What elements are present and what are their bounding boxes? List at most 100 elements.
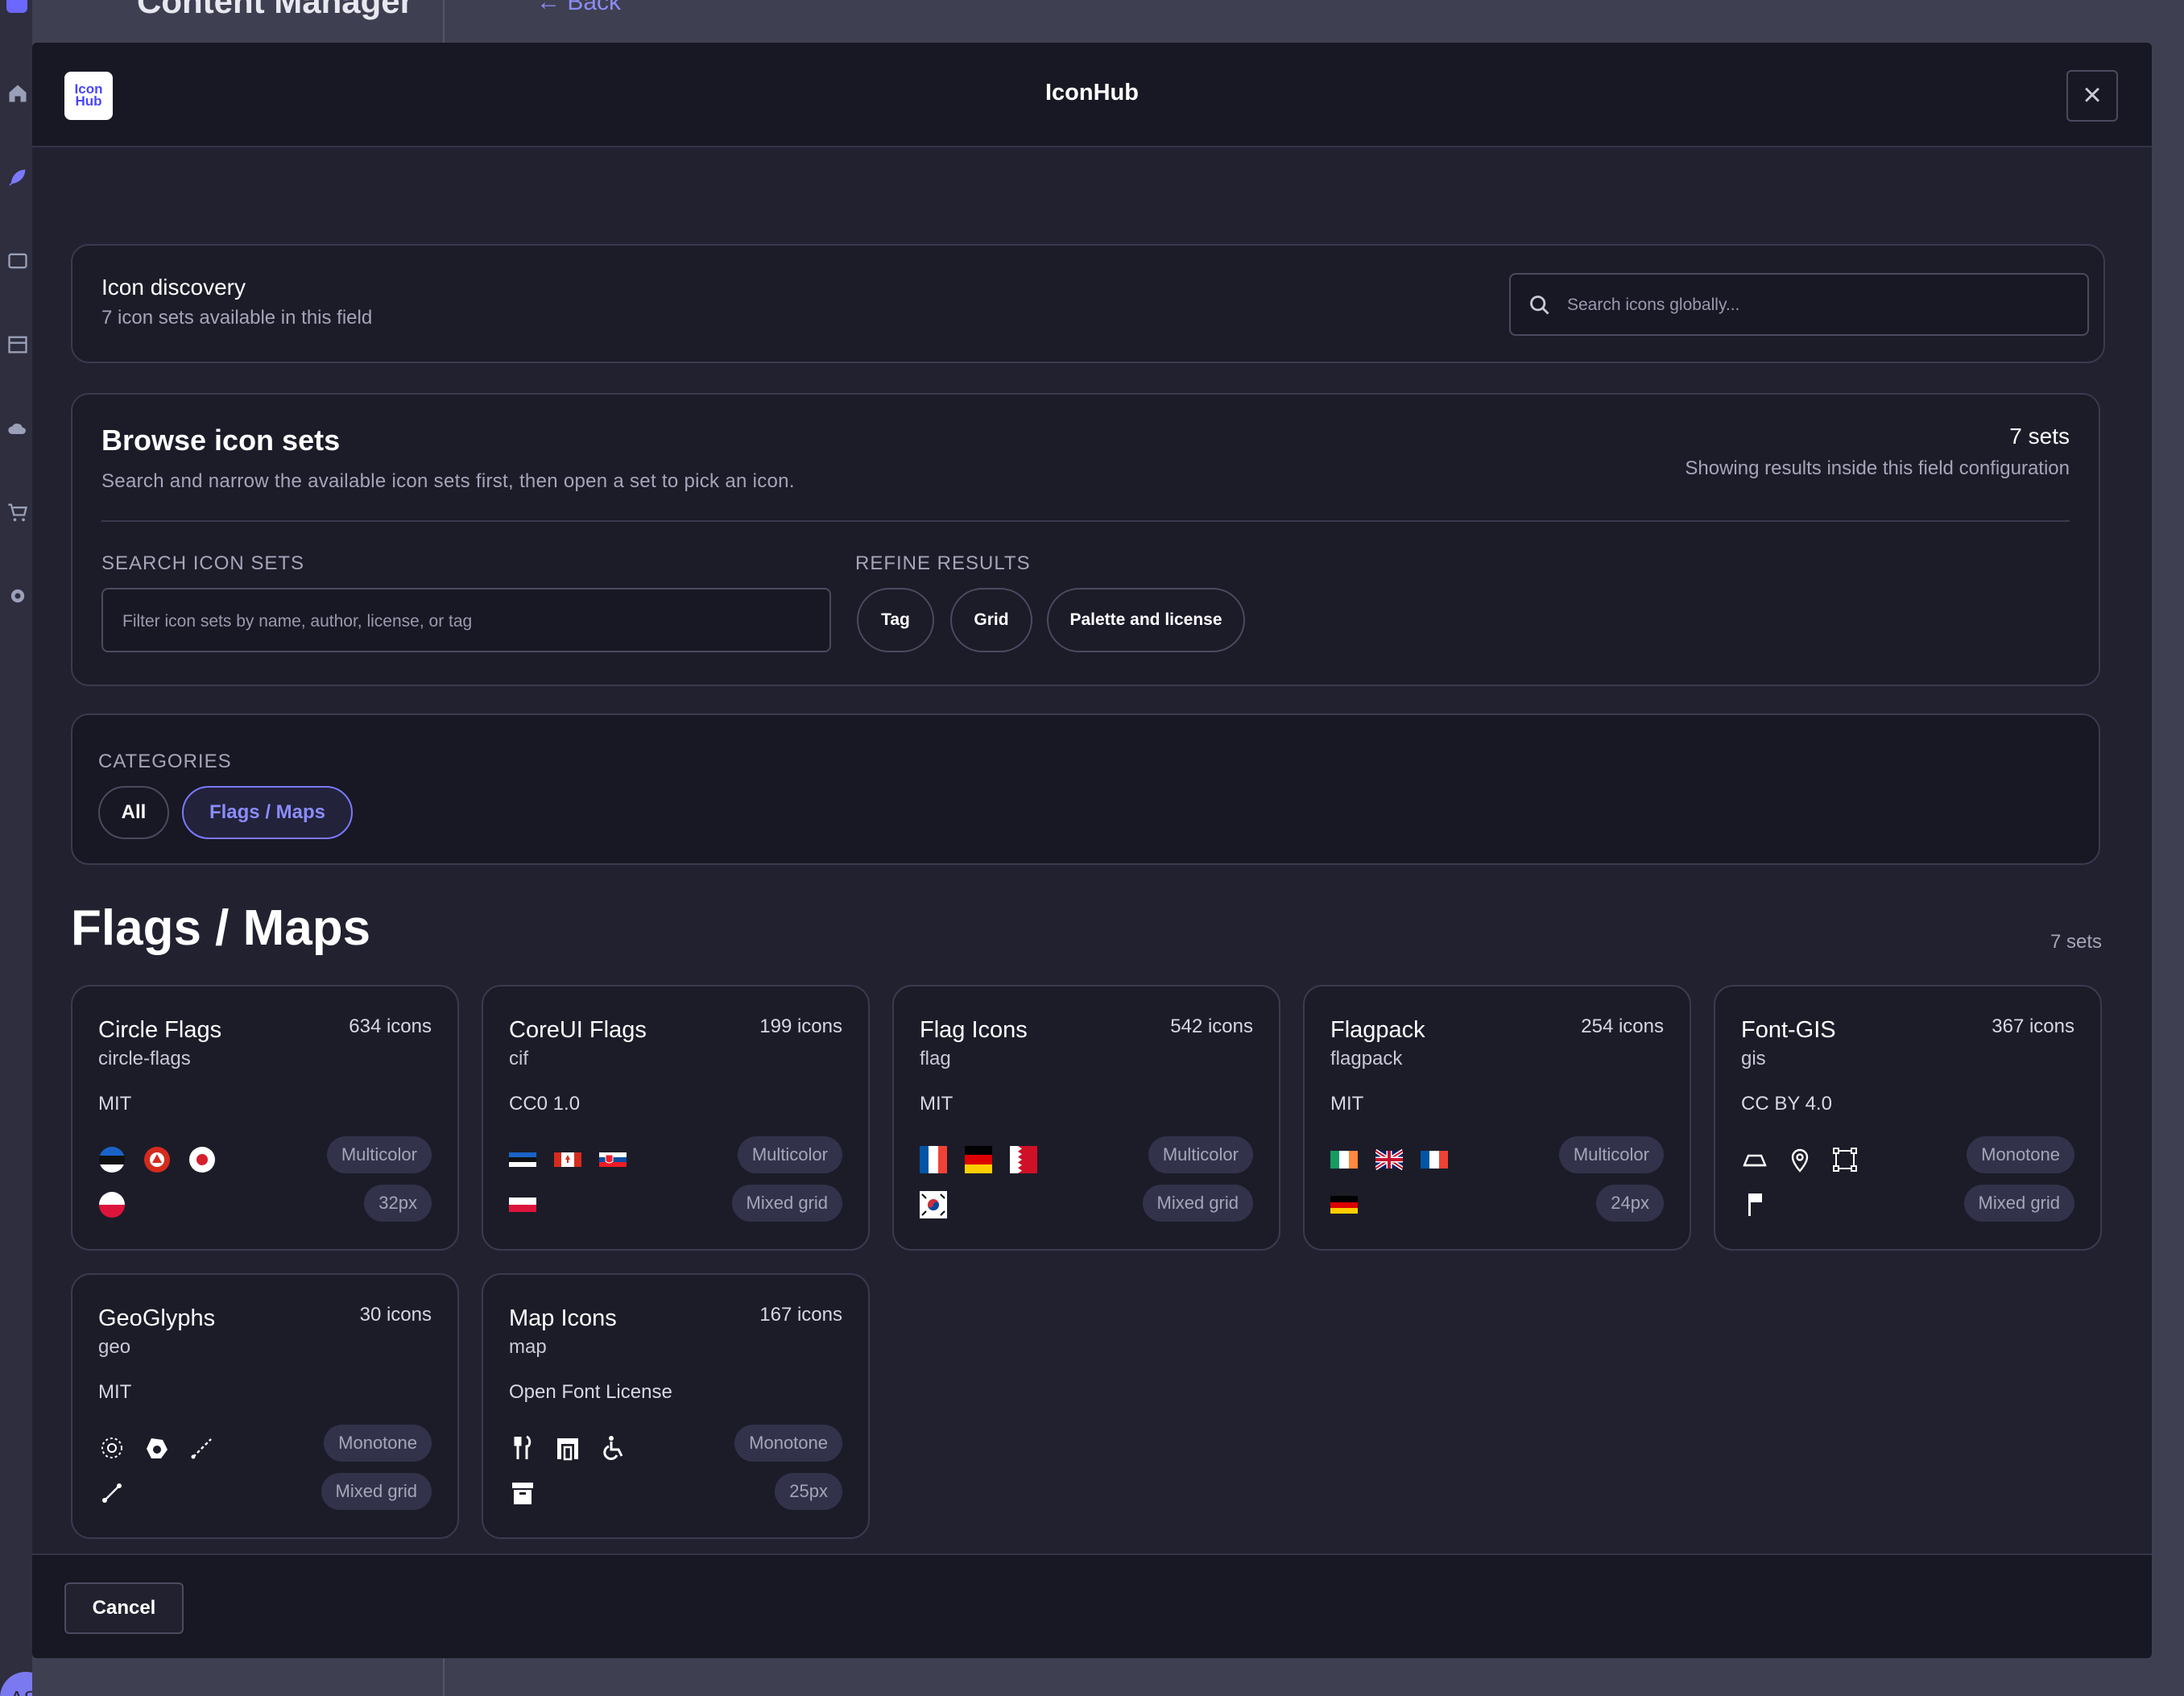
bahrain-flag-icon [1010, 1146, 1037, 1173]
app-sidebar: AS [0, 0, 52, 1696]
palette-badge: Multicolor [1558, 1136, 1664, 1173]
set-icon-count: 542 icons [1170, 1016, 1253, 1037]
cancel-button[interactable]: Cancel [64, 1582, 184, 1634]
icon-set-card-coreui-flags[interactable]: CoreUI Flags cif 199 icons CC0 1.0 Multi… [482, 985, 870, 1251]
set-name: Flag Icons [920, 1017, 1028, 1043]
discovery-subtitle: 7 icon sets available in this field [101, 307, 373, 329]
restaurant-icon [514, 1435, 532, 1459]
palette-badge: Monotone [1967, 1136, 2074, 1173]
icon-set-card-map-icons[interactable]: Map Icons map 167 icons Open Font Licens… [482, 1273, 870, 1539]
grid-badge: Mixed grid [321, 1473, 432, 1510]
home-icon[interactable] [6, 82, 29, 105]
set-prefix: flagpack [1330, 1048, 1403, 1069]
nav-title: Content Manager [137, 0, 414, 20]
grid-badge: 32px [364, 1185, 432, 1222]
palette-badge: Monotone [734, 1425, 842, 1462]
iconhub-modal: Icon Hub IconHub × Icon discovery 7 icon… [32, 43, 2152, 1658]
grid-badge: 25px [775, 1473, 842, 1510]
close-icon: × [2083, 77, 2102, 113]
modal-title: IconHub [1045, 80, 1139, 105]
circle-flag-emblem-icon [144, 1147, 170, 1173]
grid-filter-button[interactable]: Grid [950, 588, 1032, 652]
palette-license-filter-button[interactable]: Palette and license [1047, 588, 1245, 652]
feather-icon[interactable] [6, 166, 29, 188]
set-name: Map Icons [509, 1305, 617, 1331]
global-search-placeholder: Search icons globally... [1567, 296, 1740, 314]
divider [101, 520, 2070, 522]
icon-discovery-card: Icon discovery 7 icon sets available in … [71, 244, 2105, 363]
media-icon[interactable] [6, 250, 29, 272]
cloud-icon[interactable] [6, 417, 29, 440]
arrow-left-icon: ← [536, 0, 560, 15]
back-label: Back [567, 0, 622, 15]
germany-flag-icon [965, 1146, 992, 1173]
categories-label: CATEGORIES [98, 751, 232, 772]
icon-set-card-circle-flags[interactable]: Circle Flags circle-flags 634 icons MIT … [71, 985, 459, 1251]
japan-circle-flag-icon [189, 1147, 215, 1173]
settings-icon[interactable] [6, 585, 29, 607]
set-name: Circle Flags [98, 1017, 222, 1043]
global-search-input[interactable]: Search icons globally... [1509, 273, 2089, 336]
set-prefix: circle-flags [98, 1048, 191, 1069]
set-icon-count: 30 icons [359, 1304, 432, 1326]
set-license: CC0 1.0 [509, 1093, 581, 1115]
browse-subtitle: Search and narrow the available icon set… [101, 470, 795, 492]
france-flag-icon [920, 1146, 947, 1173]
category-flags-maps[interactable]: Flags / Maps [182, 786, 353, 839]
set-license: CC BY 4.0 [1741, 1093, 1832, 1115]
set-prefix: geo [98, 1336, 131, 1358]
browse-title: Browse icon sets [101, 424, 341, 457]
grid-badge: Mixed grid [731, 1185, 842, 1222]
germany-flag-icon [1330, 1196, 1358, 1214]
section-count: 7 sets [2050, 931, 2102, 953]
target-dots-icon [101, 1437, 122, 1458]
poland-flag-icon [509, 1198, 536, 1212]
icon-set-card-flagpack[interactable]: Flagpack flagpack 254 icons MIT Multicol… [1303, 985, 1691, 1251]
grid-badge: Mixed grid [1963, 1185, 2074, 1222]
section-title: Flags / Maps [71, 900, 371, 956]
set-name: Font-GIS [1741, 1017, 1836, 1043]
browse-count-subtitle: Showing results inside this field config… [1685, 457, 2070, 479]
refine-label: REFINE RESULTS [855, 552, 1031, 574]
poland-circle-flag-icon [99, 1192, 125, 1218]
archive-box-icon [512, 1483, 533, 1504]
set-name: Flagpack [1330, 1017, 1425, 1043]
set-prefix: gis [1741, 1048, 1766, 1069]
icon-set-card-font-gis[interactable]: Font-GIS gis 367 icons CC BY 4.0 Monoton… [1714, 985, 2102, 1251]
close-button[interactable]: × [2066, 70, 2118, 122]
app-logo-icon[interactable] [6, 0, 27, 13]
categories-card: CATEGORIES All Flags / Maps [71, 714, 2100, 865]
cart-icon[interactable] [6, 501, 29, 523]
back-link[interactable]: ← Back [536, 0, 621, 16]
polygon-circle-icon [147, 1438, 168, 1458]
grid-badge: Mixed grid [1142, 1185, 1253, 1222]
set-license: MIT [98, 1381, 132, 1403]
modal-footer: Cancel [32, 1553, 2152, 1658]
canada-flag-icon [554, 1152, 581, 1167]
estonia-flag-icon [509, 1152, 536, 1167]
set-license: MIT [98, 1093, 132, 1115]
browse-set-count: 7 sets [2009, 424, 2070, 449]
browse-icon-sets-card: Browse icon sets Search and narrow the a… [71, 393, 2100, 686]
category-all[interactable]: All [98, 786, 169, 839]
palette-badge: Multicolor [737, 1136, 842, 1173]
layer-stack-icon [1743, 1154, 1767, 1167]
slovakia-flag-icon [599, 1152, 627, 1167]
uk-flag-icon [1375, 1148, 1403, 1171]
filter-placeholder: Filter icon sets by name, author, licens… [122, 612, 473, 631]
set-prefix: cif [509, 1048, 528, 1069]
set-prefix: flag [920, 1048, 951, 1069]
icon-set-card-flag-icons[interactable]: Flag Icons flag 542 icons MIT Multicolor… [892, 985, 1280, 1251]
layout-icon[interactable] [6, 333, 29, 356]
filter-sets-input[interactable]: Filter icon sets by name, author, licens… [101, 588, 831, 652]
ireland-flag-icon [1330, 1151, 1358, 1169]
set-icon-count: 634 icons [349, 1016, 432, 1037]
set-icon-count: 254 icons [1581, 1016, 1664, 1037]
wheelchair-icon [603, 1436, 623, 1460]
icon-set-card-geoglyphs[interactable]: GeoGlyphs geo 30 icons MIT Monotone Mixe… [71, 1273, 459, 1539]
tag-filter-button[interactable]: Tag [857, 588, 934, 652]
palette-badge: Monotone [324, 1425, 432, 1462]
line-segment-icon [102, 1483, 122, 1503]
search-sets-label: SEARCH ICON SETS [101, 552, 305, 574]
bounding-box-icon [1833, 1148, 1857, 1172]
